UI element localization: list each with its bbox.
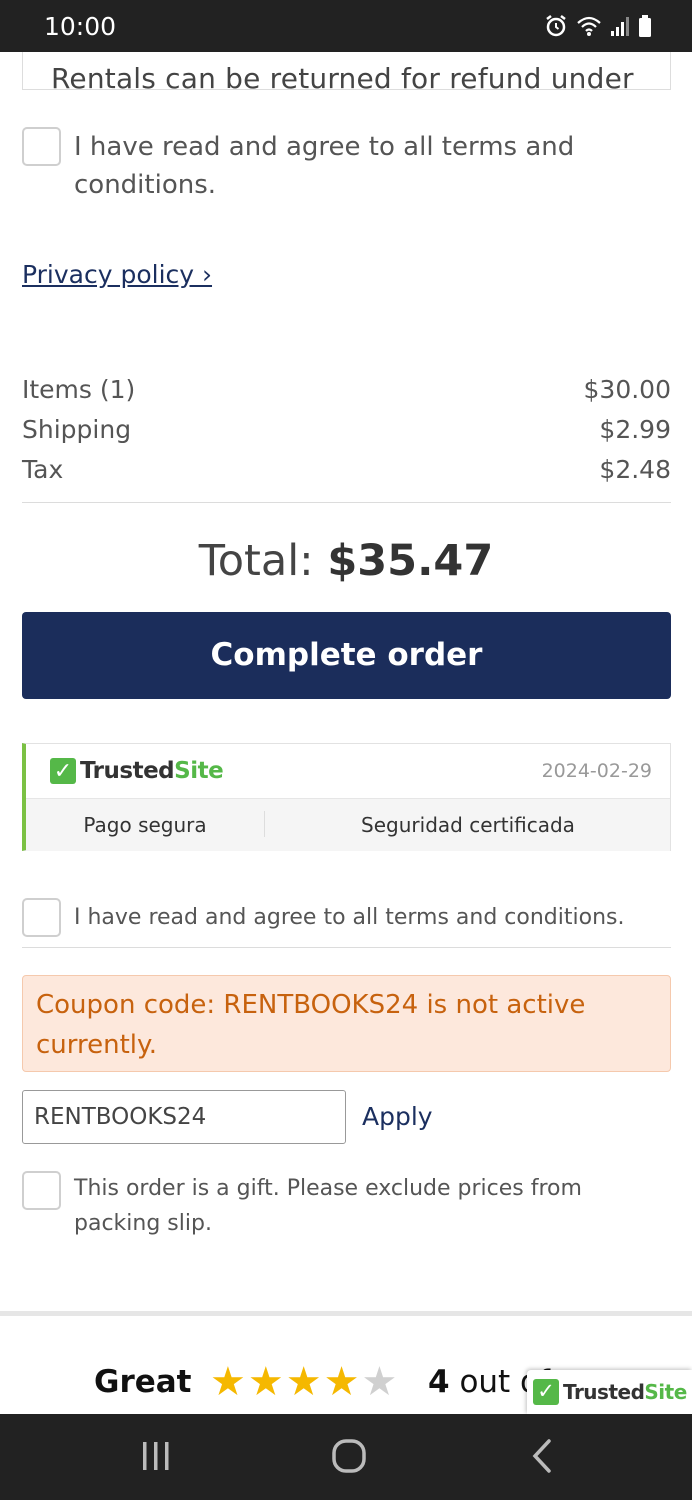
star-icon: ★ xyxy=(210,1360,246,1404)
terms-checkbox-2-label: I have read and agree to all terms and c… xyxy=(74,905,625,930)
coupon-alert: Coupon code: RENTBOOKS24 is not active c… xyxy=(22,975,671,1072)
trusted-site-floating-badge[interactable]: ✓ TrustedSite xyxy=(527,1370,692,1414)
trusted-site-card[interactable]: ✓ TrustedSite 2024-02-29 Pago segura Seg… xyxy=(22,743,671,851)
battery-icon xyxy=(639,15,651,37)
terms-text: Rentals can be returned for refund under xyxy=(51,62,634,90)
rating-word: Great xyxy=(94,1364,192,1400)
wifi-icon xyxy=(577,16,601,36)
back-icon xyxy=(532,1439,551,1473)
recent-apps-button[interactable] xyxy=(131,1434,181,1480)
summary-label: Shipping xyxy=(22,415,132,444)
terms-divider xyxy=(22,947,671,948)
check-icon: ✓ xyxy=(50,758,76,784)
summary-label: Items (1) xyxy=(22,375,136,404)
home-icon xyxy=(332,1439,366,1473)
status-bar: 10:00 xyxy=(0,0,692,52)
status-time: 10:00 xyxy=(44,12,117,41)
home-button[interactable] xyxy=(324,1434,374,1480)
navigation-bar xyxy=(0,1414,692,1500)
order-total: Total: $35.47 xyxy=(0,536,692,586)
terms-checkbox[interactable] xyxy=(22,127,61,166)
star-icon: ★ xyxy=(323,1360,360,1404)
summary-value: $2.99 xyxy=(599,415,671,444)
badge-certified-security: Seguridad certificada xyxy=(361,813,575,837)
complete-order-button[interactable]: Complete order xyxy=(22,612,671,699)
back-button[interactable] xyxy=(518,1434,568,1480)
star-rating: ★ ★ ★ ★ ★ xyxy=(210,1360,397,1404)
trusted-site-logo: ✓ TrustedSite xyxy=(50,758,224,784)
gift-checkbox[interactable] xyxy=(22,1171,61,1210)
trusted-site-date: 2024-02-29 xyxy=(541,760,652,782)
terms-checkbox-label: I have read and agree to all terms and c… xyxy=(74,132,575,200)
badge-secure-payment: Pago segura xyxy=(83,813,207,837)
terms-scroll-box[interactable]: Rentals can be returned for refund under xyxy=(22,52,671,90)
star-empty-icon: ★ xyxy=(361,1360,398,1404)
summary-label: Tax xyxy=(22,455,64,484)
alarm-icon xyxy=(546,15,566,37)
summary-value: $30.00 xyxy=(583,375,671,404)
star-icon: ★ xyxy=(285,1360,322,1404)
coupon-input[interactable]: RENTBOOKS24 xyxy=(22,1090,346,1144)
total-label: Total: xyxy=(198,536,314,586)
section-divider xyxy=(0,1311,692,1316)
gift-checkbox-label: This order is a gift. Please exclude pri… xyxy=(74,1176,582,1236)
apply-coupon-link[interactable]: Apply xyxy=(362,1102,433,1131)
star-icon: ★ xyxy=(247,1360,284,1404)
recent-apps-icon xyxy=(143,1442,169,1470)
total-value: $35.47 xyxy=(327,536,494,586)
signal-icon xyxy=(611,17,629,36)
privacy-policy-link[interactable]: Privacy policy › xyxy=(22,260,212,289)
terms-checkbox-2[interactable] xyxy=(22,898,61,937)
summary-value: $2.48 xyxy=(599,455,671,484)
check-icon: ✓ xyxy=(533,1379,559,1405)
summary-divider xyxy=(22,502,671,503)
